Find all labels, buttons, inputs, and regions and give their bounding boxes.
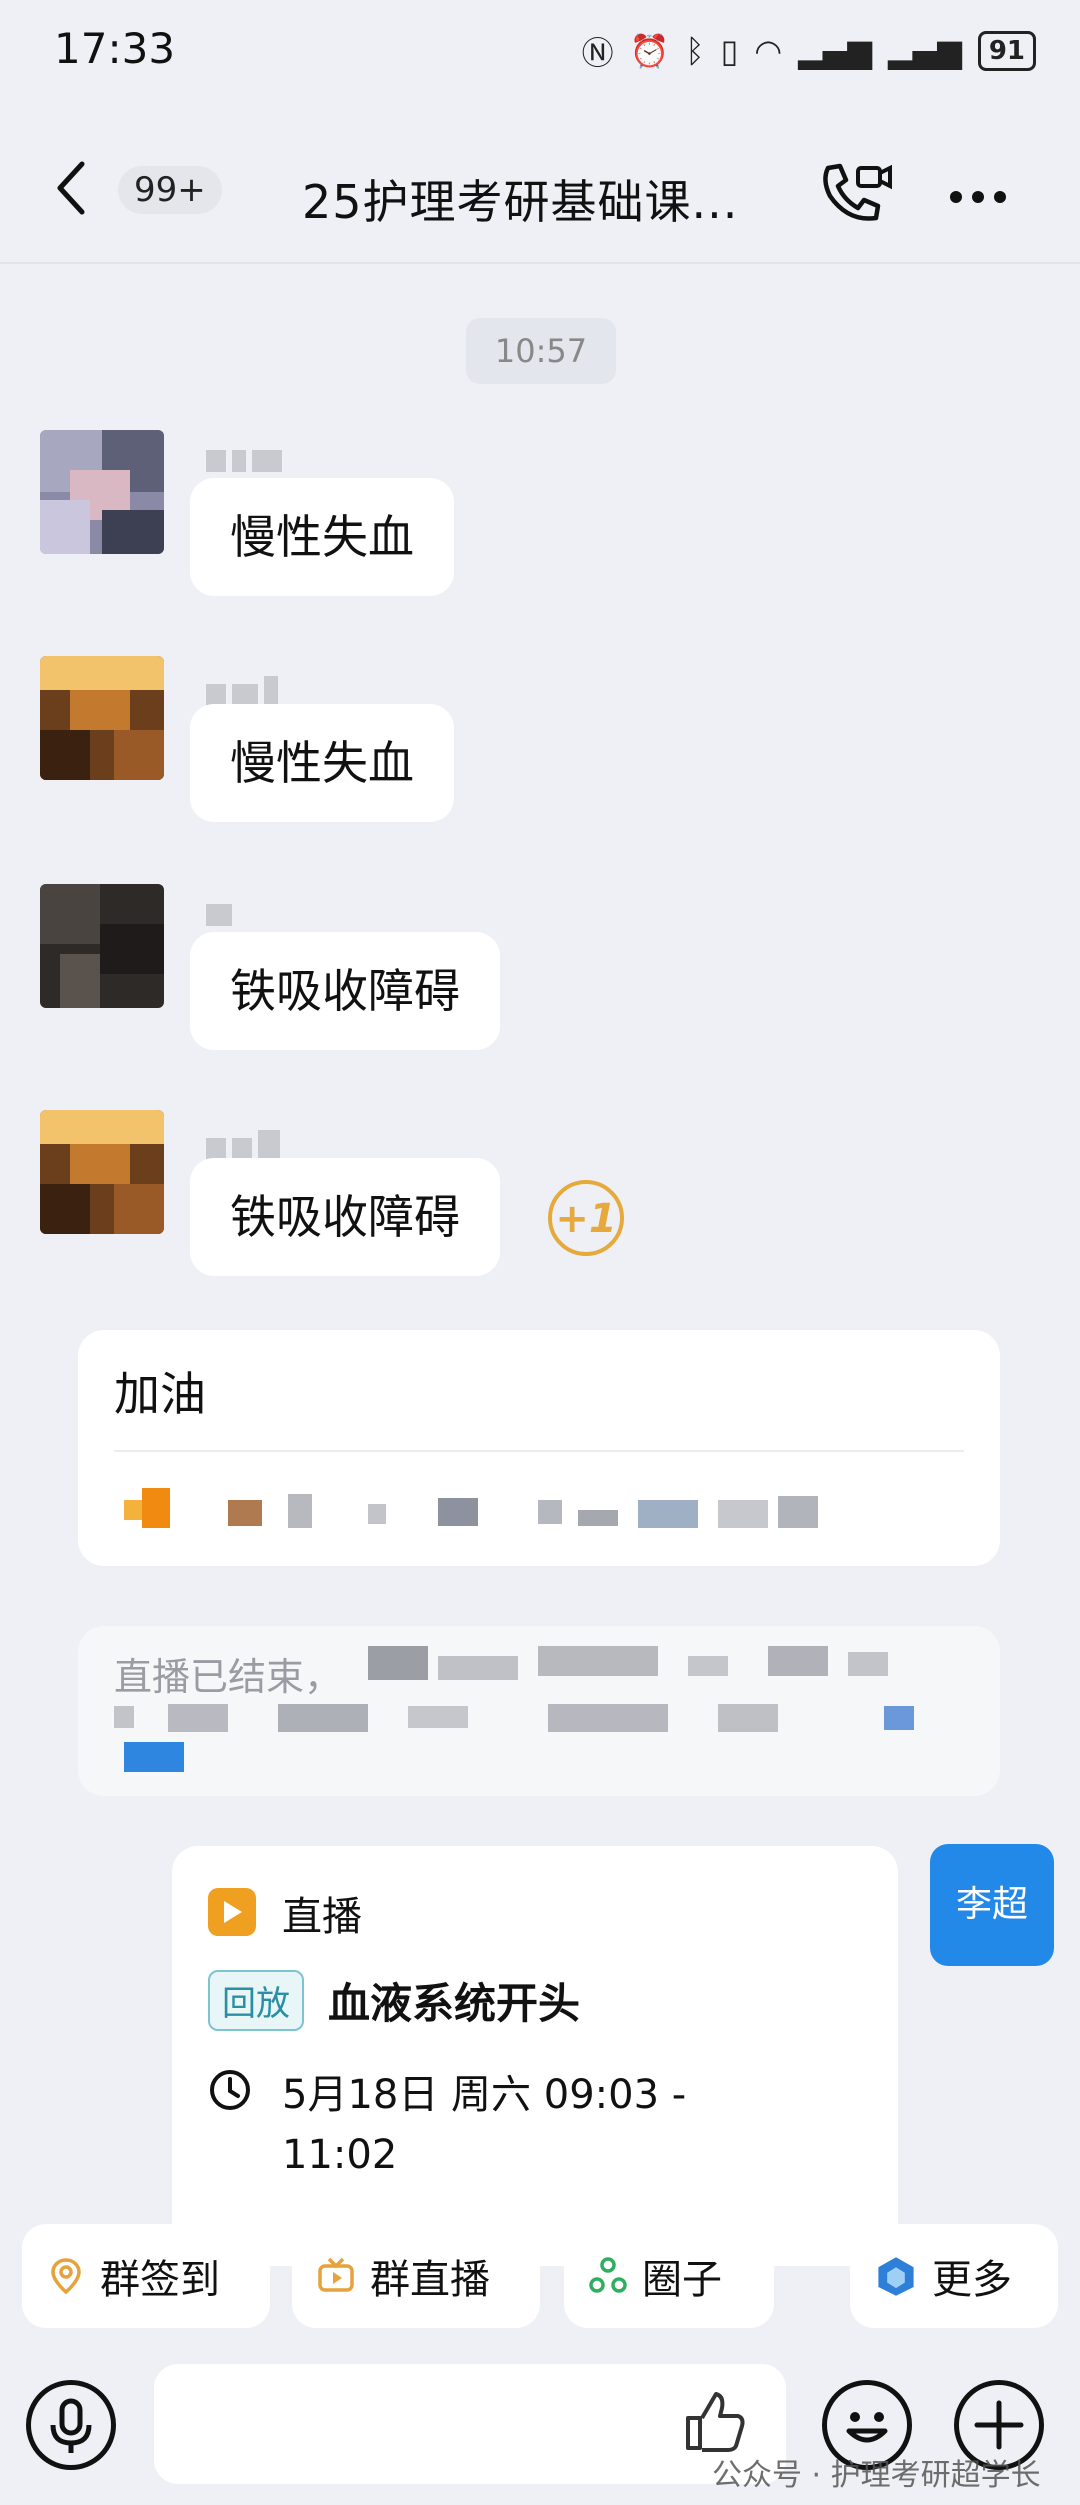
checkin-icon <box>51 2258 81 2295</box>
voice-button[interactable] <box>26 2380 116 2470</box>
quick-action-label: 圈子 <box>642 2257 722 2303</box>
notice-card[interactable]: 加油 <box>78 1330 1000 1566</box>
quick-action-live[interactable]: 群直播 <box>292 2224 540 2328</box>
live-type-label: 直播 <box>282 1894 362 1940</box>
avatar[interactable] <box>40 430 164 554</box>
live-time-end: 11:02 <box>282 2132 398 2178</box>
like-icon[interactable] <box>680 2386 750 2456</box>
circle-icon <box>589 2257 627 2293</box>
chat-title[interactable]: 25护理考研基础课... <box>302 166 738 232</box>
bluetooth-icon: ᛒ <box>685 32 705 70</box>
wifi-icon: ◠ <box>754 32 783 70</box>
quick-action-label: 更多 <box>932 2257 1012 2303</box>
video-call-icon[interactable] <box>818 158 894 228</box>
message-bubble[interactable]: 慢性失血 <box>190 478 454 596</box>
nfc-icon: Ⓝ <box>581 34 614 72</box>
header-divider <box>0 262 1080 264</box>
blurred-text <box>78 1480 1000 1540</box>
live-card[interactable]: 直播 回放 血液系统开头 5月18日 周六 09:03 - 11:02 <box>172 1846 898 2266</box>
quick-action-label: 群直播 <box>370 2257 490 2303</box>
watermark: 公众号 · 护理考研超学长 <box>712 2458 1041 2493</box>
plus-one-reaction[interactable]: +1 <box>548 1180 624 1256</box>
clock-icon <box>210 2070 250 2110</box>
status-time: 17:33 <box>54 24 176 73</box>
signal-icon: ▂▄▆ <box>798 32 872 70</box>
quick-action-label: 群签到 <box>100 2257 220 2303</box>
unread-badge[interactable]: 99+ <box>118 166 222 214</box>
avatar[interactable] <box>40 1110 164 1234</box>
signal-icon: ▂▄▆ <box>887 32 962 70</box>
blurred-text <box>78 1626 1000 1796</box>
sender-avatar-label[interactable]: 李超 <box>930 1844 1054 1966</box>
quick-action-checkin[interactable]: 群签到 <box>22 2224 270 2328</box>
quick-action-more[interactable]: 更多 <box>850 2224 1058 2328</box>
microphone-icon <box>50 2398 92 2453</box>
sender-name <box>206 450 288 474</box>
live-time-start: 5月18日 周六 09:03 - <box>282 2072 687 2118</box>
message-bubble[interactable]: 慢性失血 <box>190 704 454 822</box>
avatar[interactable] <box>40 656 164 780</box>
more-options-icon[interactable] <box>950 188 1016 207</box>
live-title: 血液系统开头 <box>328 1979 581 2028</box>
alarm-icon: ⏰ <box>629 32 670 70</box>
chat-timestamp: 10:57 <box>466 318 616 384</box>
avatar[interactable] <box>40 884 164 1008</box>
system-notice: 直播已结束， <box>78 1626 1000 1796</box>
sender-name <box>206 1130 286 1160</box>
live-icon <box>208 1888 256 1936</box>
sender-name <box>206 904 238 928</box>
notice-card-title: 加油 <box>114 1367 206 1421</box>
status-icons: Ⓝ ⏰ ᛒ ▯ ◠ ▂▄▆ ▂▄▆ 91 <box>582 28 1036 74</box>
message-bubble[interactable]: 铁吸收障碍 <box>190 1158 500 1276</box>
message-bubble[interactable]: 铁吸收障碍 <box>190 932 500 1050</box>
sender-name <box>206 676 284 706</box>
vibrate-icon: ▯ <box>720 32 739 70</box>
live-tv-icon <box>318 2257 354 2292</box>
card-divider <box>114 1450 964 1452</box>
back-icon[interactable] <box>56 160 86 216</box>
quick-action-circle[interactable]: 圈子 <box>564 2224 774 2328</box>
more-app-icon <box>878 2257 914 2296</box>
battery-indicator: 91 <box>977 31 1036 71</box>
replay-tag: 回放 <box>208 1970 304 2031</box>
